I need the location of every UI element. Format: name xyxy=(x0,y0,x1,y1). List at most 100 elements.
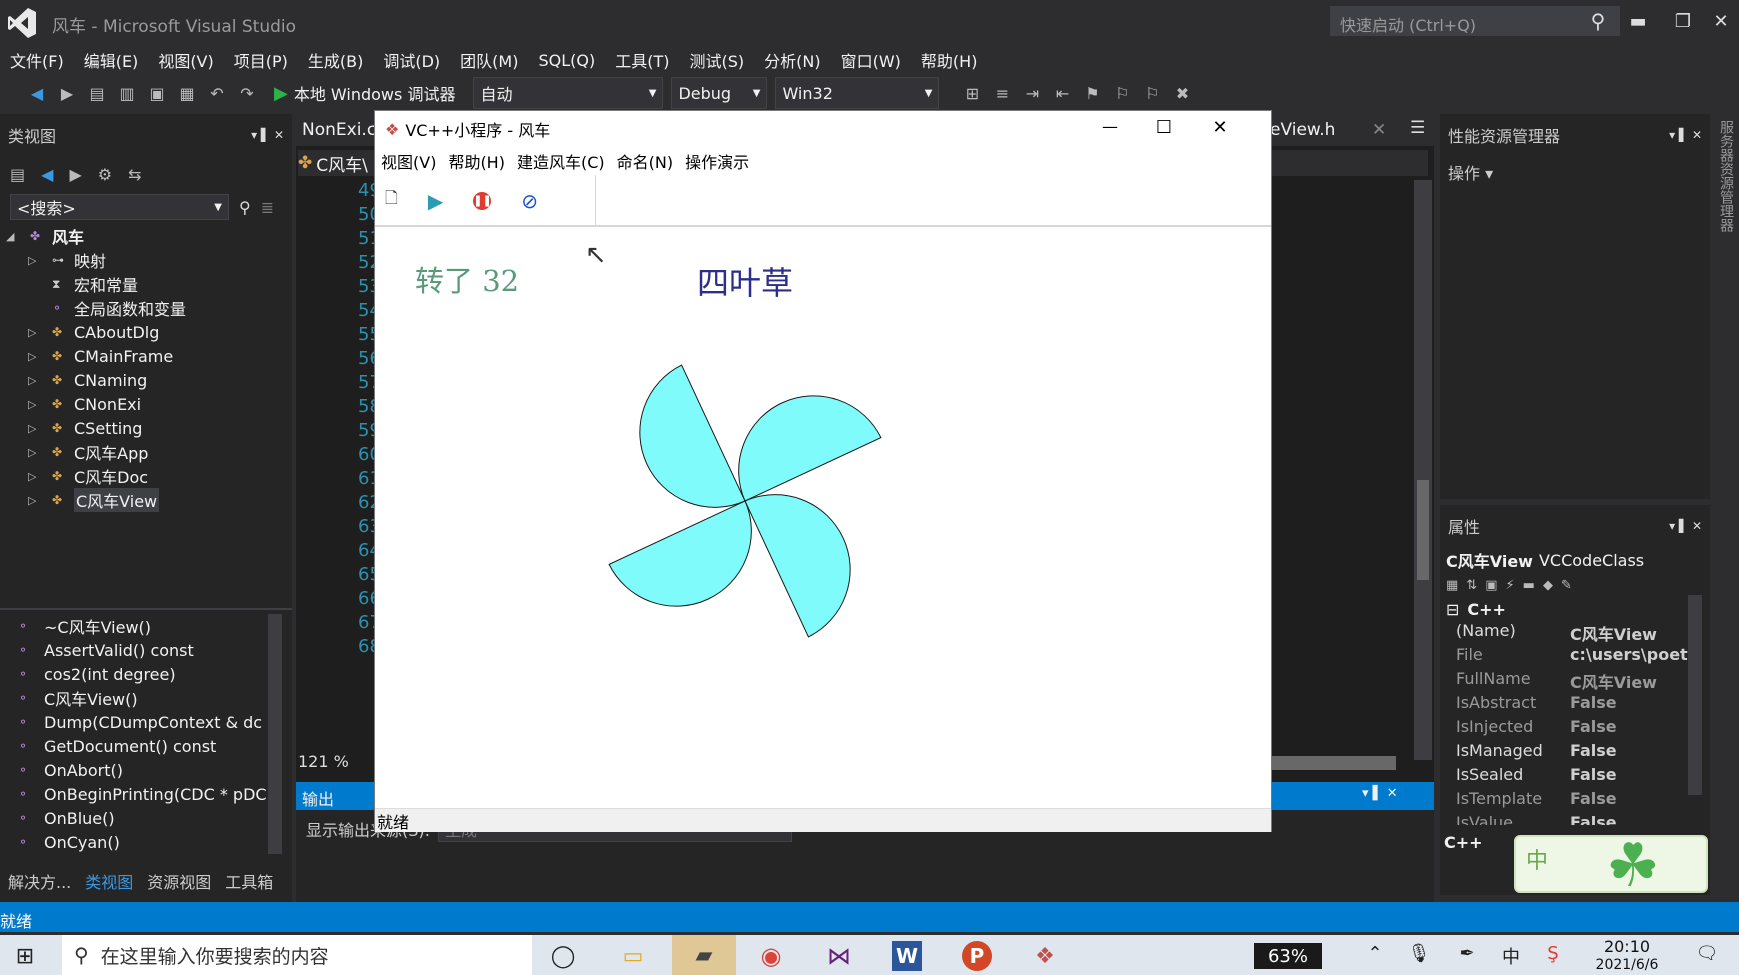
notification-icon[interactable]: 🗨 xyxy=(1694,943,1720,964)
tree-root[interactable]: ◢ ✤ 风车 xyxy=(0,224,292,248)
property-row[interactable]: IsManaged False xyxy=(1440,741,1710,765)
menu-sql[interactable]: SQL(Q) xyxy=(538,51,595,70)
tree-item-caboutdlg[interactable]: ▷ ✤ CAboutDlg xyxy=(0,320,292,344)
panel-controls-icon[interactable]: ▾ ▌ ✕ xyxy=(251,128,284,142)
class-search-input[interactable]: <搜索> ▼ xyxy=(10,194,229,220)
menu-team[interactable]: 团队(M) xyxy=(460,48,518,72)
menu-window[interactable]: 窗口(W) xyxy=(841,48,901,72)
tab-view-h[interactable]: eView.h xyxy=(1270,120,1335,140)
clock-time[interactable]: 20:10 xyxy=(1590,937,1664,956)
property-row[interactable]: IsValue False xyxy=(1440,813,1710,825)
mfc-app-icon[interactable]: ❖ xyxy=(1030,941,1060,971)
close-button[interactable]: ✕ xyxy=(1703,8,1739,34)
word-icon[interactable]: W xyxy=(892,941,922,971)
menu-view[interactable]: 视图(V) xyxy=(158,48,213,72)
member-item[interactable]: ⚬ AssertValid() const xyxy=(18,638,268,662)
messages-icon[interactable]: ▬ xyxy=(1523,578,1535,593)
next-bookmark-icon[interactable]: ⚐ xyxy=(1139,80,1165,106)
menu-project[interactable]: 项目(P) xyxy=(234,48,288,72)
member-item[interactable]: ⚬ OnAbort() xyxy=(18,758,268,782)
forward-icon[interactable]: ▶ xyxy=(54,80,80,106)
configuration-select[interactable]: Debug ▼ xyxy=(671,77,768,109)
menu-debug[interactable]: 调试(D) xyxy=(383,48,440,72)
server-explorer-tab[interactable]: 服务器资源管理器 xyxy=(1712,110,1739,242)
new-project-icon[interactable]: ▤ xyxy=(84,80,110,106)
splitter[interactable] xyxy=(0,608,292,610)
member-item[interactable]: ⚬ C风车View() xyxy=(18,686,268,710)
drawing-canvas[interactable]: 转了 32 四叶草 ↖ xyxy=(375,228,1271,803)
tree-item-cnaming[interactable]: ▷ ✤ CNaming xyxy=(0,368,292,392)
member-item[interactable]: ⚬ OnCyan() xyxy=(18,830,268,854)
tree-item-globals[interactable]: ⚬ 全局函数和变量 xyxy=(0,296,292,320)
settings-icon[interactable]: ⚙ xyxy=(98,165,112,184)
debugger-button[interactable]: 本地 Windows 调试器 xyxy=(294,81,456,105)
property-pages-icon[interactable]: ✎ xyxy=(1561,578,1572,593)
align-icon[interactable]: ≡ xyxy=(989,80,1015,106)
app-menu-naming[interactable]: 命名(N) xyxy=(617,149,673,173)
property-row[interactable]: (Name) C风车View xyxy=(1440,621,1710,645)
server-explorer-strip[interactable]: 服务器资源管理器 xyxy=(1712,110,1739,900)
member-item[interactable]: ⚬ OnBeginPrinting(CDC * pDC xyxy=(18,782,268,806)
property-row[interactable]: IsTemplate False xyxy=(1440,789,1710,813)
new-document-icon[interactable]: 🗋 xyxy=(385,187,398,214)
member-scrollbar[interactable] xyxy=(268,614,282,854)
tab-class-view[interactable]: 类视图 xyxy=(85,869,133,893)
panel-controls-icon[interactable]: ▾ ▌ ✕ xyxy=(1669,519,1702,533)
tree-item-cdoc[interactable]: ▷ ✤ C风车Doc xyxy=(0,464,292,488)
tree-item-capp[interactable]: ▷ ✤ C风车App xyxy=(0,440,292,464)
tree-item-cnonexi[interactable]: ▷ ✤ CNonExi xyxy=(0,392,292,416)
app-minimize-button[interactable]: — xyxy=(1095,117,1125,136)
tab-nonexi[interactable]: NonExi.c xyxy=(302,120,376,140)
member-item[interactable]: ⚬ Dump(CDumpContext & dc xyxy=(18,710,268,734)
categorized-icon[interactable]: ▦ xyxy=(1446,578,1458,593)
chrome-icon[interactable]: ◉ xyxy=(756,941,786,971)
property-row[interactable]: File c:\users\poetr xyxy=(1440,645,1710,669)
start-button-icon[interactable]: ⊞ xyxy=(12,943,38,969)
property-row[interactable]: FullName C风车View xyxy=(1440,669,1710,693)
properties-icon[interactable]: ▣ xyxy=(1485,578,1497,593)
visual-studio-taskbar-icon[interactable]: ⋈ xyxy=(824,941,854,971)
tree-item-map[interactable]: ▷ ⊶ 映射 xyxy=(0,248,292,272)
reset-icon[interactable]: ⊘ xyxy=(521,189,538,213)
sticky-notes-icon[interactable]: ▰ xyxy=(672,935,736,975)
menu-build[interactable]: 生成(B) xyxy=(308,48,363,72)
save-icon[interactable]: ▣ xyxy=(144,80,170,106)
pen-icon[interactable]: ✒ xyxy=(1454,943,1480,964)
perf-actions-dropdown[interactable]: 操作 ▾ xyxy=(1440,156,1710,188)
prev-bookmark-icon[interactable]: ⚐ xyxy=(1109,80,1135,106)
menu-tools[interactable]: 工具(T) xyxy=(615,48,669,72)
quick-launch-input[interactable]: 快速启动 (Ctrl+Q) xyxy=(1330,6,1620,36)
search-icon[interactable]: ⚲ xyxy=(239,198,251,217)
tab-resource-view[interactable]: 资源视图 xyxy=(147,869,211,893)
menu-file[interactable]: 文件(F) xyxy=(10,48,64,72)
taskbar-search-box[interactable]: ⚲ 在这里输入你要搜索的内容 xyxy=(62,935,532,975)
platform-select[interactable]: Win32 ▼ xyxy=(775,77,940,109)
property-row[interactable]: IsInjected False xyxy=(1440,717,1710,741)
redo-icon[interactable]: ↷ xyxy=(234,80,260,106)
new-folder-icon[interactable]: ▤ xyxy=(10,165,25,184)
chevron-up-icon[interactable]: ⌃ xyxy=(1362,943,1388,964)
app-menu-view[interactable]: 视图(V) xyxy=(381,149,436,173)
pause-icon[interactable]: ❚❚ xyxy=(473,191,492,210)
app-close-button[interactable]: ✕ xyxy=(1205,117,1235,138)
solution-config-auto[interactable]: 自动 ▼ xyxy=(473,77,664,109)
menu-edit[interactable]: 编辑(E) xyxy=(84,48,139,72)
member-item[interactable]: ⚬ cos2(int degree) xyxy=(18,662,268,686)
search-icon[interactable]: ⚲ xyxy=(1585,8,1611,34)
tab-solution[interactable]: 解决方... xyxy=(8,869,71,893)
microphone-icon[interactable]: 🎙 xyxy=(1406,943,1432,964)
properties-group[interactable]: ⊟ C++ xyxy=(1440,597,1710,621)
editor-vertical-scrollbar[interactable] xyxy=(1414,180,1432,760)
find-icon[interactable]: ⊞ xyxy=(959,80,985,106)
search-options-icon[interactable]: ≣ xyxy=(261,198,274,217)
back-icon[interactable]: ◀ xyxy=(41,165,53,184)
app-menu-help[interactable]: 帮助(H) xyxy=(448,149,505,173)
sync-icon[interactable]: ⇆ xyxy=(128,165,141,184)
start-debug-icon[interactable]: ▶ xyxy=(274,83,288,104)
zoom-level[interactable]: 121 % xyxy=(298,752,349,771)
menu-help[interactable]: 帮助(H) xyxy=(921,48,978,72)
panel-controls-icon[interactable]: ▾ ▌ ✕ xyxy=(1669,128,1702,142)
property-row[interactable]: IsSealed False xyxy=(1440,765,1710,789)
close-tab-icon[interactable]: ✕ xyxy=(1372,120,1386,140)
minimize-button[interactable]: ▬ xyxy=(1620,8,1656,34)
